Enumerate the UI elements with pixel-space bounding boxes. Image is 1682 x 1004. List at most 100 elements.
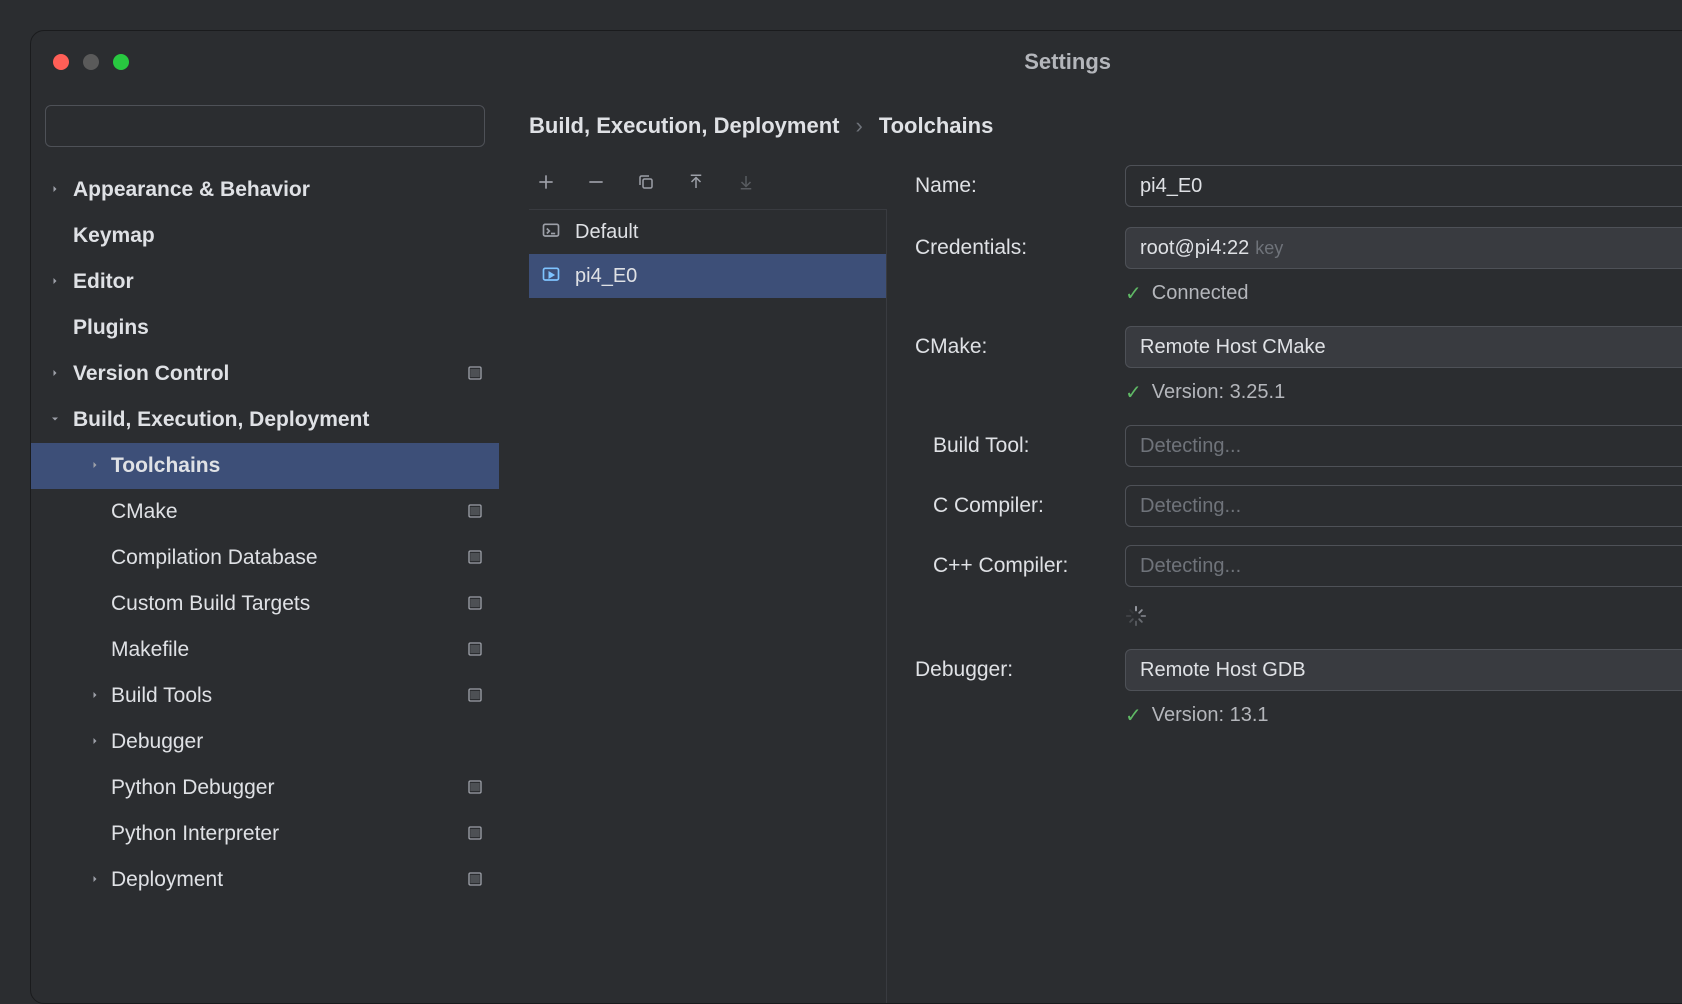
tree-item-debugger[interactable]: Debugger	[31, 719, 499, 765]
titlebar: Settings	[31, 31, 1682, 93]
project-settings-icon	[467, 549, 485, 567]
toolchain-item-label: pi4_E0	[575, 265, 637, 288]
project-settings-icon	[467, 641, 485, 659]
tree-item-build-tools[interactable]: Build Tools	[31, 673, 499, 719]
tree-item-label: Version Control	[73, 362, 229, 386]
tree-item-label: Deployment	[111, 868, 223, 892]
terminal-icon	[541, 221, 563, 243]
content-area: Build, Execution, Deployment › Toolchain…	[499, 93, 1682, 1003]
tree-item-compilation-database[interactable]: Compilation Database	[31, 535, 499, 581]
sidebar: Appearance & Behavior Keymap Editor Plugins…	[31, 93, 499, 1003]
tree-item-label: Plugins	[73, 316, 149, 340]
tree-item-plugins[interactable]: Plugins	[31, 305, 499, 351]
cpp-compiler-input[interactable]: Detecting...	[1125, 545, 1682, 587]
tree-item-label: Python Debugger	[111, 776, 274, 800]
body: Appearance & Behavior Keymap Editor Plugins…	[31, 93, 1682, 1003]
add-toolchain-button[interactable]	[533, 169, 559, 195]
name-label: Name:	[915, 174, 1125, 198]
close-window-button[interactable]	[53, 54, 69, 70]
search-input[interactable]	[45, 105, 485, 147]
project-settings-icon	[467, 595, 485, 613]
chevron-right-icon	[45, 274, 65, 290]
tree-item-label: Custom Build Targets	[111, 592, 310, 616]
tree-item-deployment[interactable]: Deployment	[31, 857, 499, 903]
remove-toolchain-button[interactable]	[583, 169, 609, 195]
credentials-label: Credentials:	[915, 236, 1125, 260]
tree-item-cmake[interactable]: CMake	[31, 489, 499, 535]
tree-item-python-interpreter[interactable]: Python Interpreter	[31, 811, 499, 857]
check-icon: ✓	[1125, 380, 1142, 405]
toolchain-item-label: Default	[575, 221, 638, 244]
toolchain-toolbar	[529, 161, 887, 209]
breadcrumb-separator: ›	[855, 113, 862, 139]
tree-item-label: Appearance & Behavior	[73, 178, 310, 202]
chevron-right-icon	[85, 734, 105, 750]
debugger-version-status: ✓ Version: 13.1	[1125, 703, 1269, 728]
project-settings-icon	[467, 825, 485, 843]
tree-item-label: Compilation Database	[111, 546, 318, 570]
tree-item-label: Python Interpreter	[111, 822, 279, 846]
c-compiler-input[interactable]: Detecting...	[1125, 485, 1682, 527]
connection-status: ✓ Connected	[1125, 281, 1249, 306]
tree-item-build-execution-deployment[interactable]: Build, Execution, Deployment	[31, 397, 499, 443]
remote-host-icon	[541, 265, 563, 287]
tree-item-python-debugger[interactable]: Python Debugger	[31, 765, 499, 811]
spinner-icon	[1125, 605, 1147, 627]
name-input[interactable]: pi4_E0	[1125, 165, 1682, 207]
project-settings-icon	[467, 503, 485, 521]
credentials-select[interactable]: root@pi4:22 key	[1125, 227, 1682, 269]
tree-item-toolchains[interactable]: Toolchains	[31, 443, 499, 489]
tree-item-label: Build Tools	[111, 684, 212, 708]
tree-item-label: Build, Execution, Deployment	[73, 408, 369, 432]
breadcrumb-current: Toolchains	[879, 113, 994, 139]
chevron-right-icon	[85, 458, 105, 474]
tree-item-label: Toolchains	[111, 454, 220, 478]
window-controls	[53, 54, 129, 70]
minimize-window-button[interactable]	[83, 54, 99, 70]
cmake-label: CMake:	[915, 335, 1125, 359]
check-icon: ✓	[1125, 703, 1142, 728]
move-down-button[interactable]	[733, 169, 759, 195]
breadcrumb: Build, Execution, Deployment › Toolchain…	[529, 113, 1682, 161]
chevron-right-icon	[85, 872, 105, 888]
build-tool-input[interactable]: Detecting...	[1125, 425, 1682, 467]
tree-item-editor[interactable]: Editor	[31, 259, 499, 305]
build-tool-label: Build Tool:	[915, 434, 1125, 458]
toolchain-list: Default pi4_E0	[529, 209, 887, 1003]
toolchain-item-pi4-e0[interactable]: pi4_E0	[529, 254, 886, 298]
toolchain-form: Name: pi4_E0 Credentials: root@pi4:22 ke…	[887, 161, 1682, 1003]
tree-item-custom-build-targets[interactable]: Custom Build Targets	[31, 581, 499, 627]
project-settings-icon	[467, 871, 485, 889]
chevron-right-icon	[45, 182, 65, 198]
content-main: Default pi4_E0 Name: pi4_E0 Credentials: …	[529, 161, 1682, 1003]
chevron-down-icon	[45, 412, 65, 428]
toolchain-item-default[interactable]: Default	[529, 210, 886, 254]
tree-item-label: Debugger	[111, 730, 203, 754]
settings-window: Settings Appearance & Behavior Keymap Edit…	[30, 30, 1682, 1004]
maximize-window-button[interactable]	[113, 54, 129, 70]
project-settings-icon	[467, 687, 485, 705]
project-settings-icon	[467, 779, 485, 797]
copy-toolchain-button[interactable]	[633, 169, 659, 195]
cmake-select[interactable]: Remote Host CMake	[1125, 326, 1682, 368]
tree-item-label: Keymap	[73, 224, 155, 248]
breadcrumb-parent[interactable]: Build, Execution, Deployment	[529, 113, 839, 139]
tree-item-label: CMake	[111, 500, 178, 524]
debugger-select[interactable]: Remote Host GDB	[1125, 649, 1682, 691]
tree-item-label: Editor	[73, 270, 134, 294]
check-icon: ✓	[1125, 281, 1142, 306]
chevron-right-icon	[45, 366, 65, 382]
tree-item-label: Makefile	[111, 638, 189, 662]
project-settings-icon	[467, 365, 485, 383]
tree-item-keymap[interactable]: Keymap	[31, 213, 499, 259]
move-up-button[interactable]	[683, 169, 709, 195]
toolchain-list-panel: Default pi4_E0	[529, 161, 887, 1003]
window-title: Settings	[1024, 49, 1111, 75]
c-compiler-label: C Compiler:	[915, 494, 1125, 518]
settings-tree: Appearance & Behavior Keymap Editor Plugins…	[31, 161, 499, 903]
cmake-version-status: ✓ Version: 3.25.1	[1125, 380, 1285, 405]
tree-item-appearance-behavior[interactable]: Appearance & Behavior	[31, 167, 499, 213]
tree-item-version-control[interactable]: Version Control	[31, 351, 499, 397]
chevron-right-icon	[85, 688, 105, 704]
tree-item-makefile[interactable]: Makefile	[31, 627, 499, 673]
